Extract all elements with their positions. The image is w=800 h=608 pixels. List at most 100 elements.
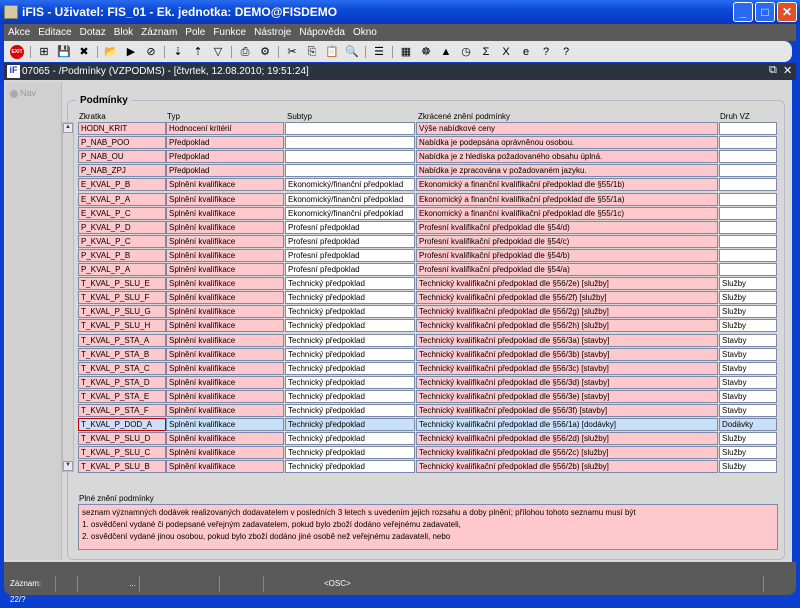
cell-subtyp[interactable]: Ekonomický/finanční předpoklad [285, 192, 415, 206]
cell-zkratka[interactable]: T_KVAL_P_SLU_C [78, 446, 166, 460]
menu-okno[interactable]: Okno [349, 27, 381, 38]
cell-druh[interactable]: Stavby [719, 404, 777, 417]
cell-typ[interactable]: Splnění kvalifikace [166, 248, 284, 262]
paste-icon[interactable]: 📋 [325, 45, 339, 59]
cell-subtyp[interactable]: Technický předpoklad [285, 418, 415, 432]
cell-druh[interactable] [719, 248, 777, 262]
menu-pole[interactable]: Pole [181, 27, 209, 38]
sort-asc-icon[interactable]: ⇣ [171, 45, 185, 59]
cell-druh[interactable]: Služby [719, 277, 777, 291]
cell-subtyp[interactable]: Ekonomický/finanční předpoklad [285, 178, 415, 192]
nav-panel[interactable]: Nav [6, 82, 62, 560]
cell-typ[interactable]: Splnění kvalifikace [166, 404, 284, 417]
cell-typ[interactable]: Splnění kvalifikace [166, 446, 284, 460]
cell-zkratka[interactable]: E_KVAL_P_C [78, 206, 166, 220]
cell-subtyp[interactable]: Technický předpoklad [285, 404, 415, 417]
menu-dotaz[interactable]: Dotaz [76, 27, 110, 38]
cell-subtyp[interactable]: Technický předpoklad [285, 305, 415, 319]
cell-zkracene[interactable]: Technický kvalifikační předpoklad dle §5… [416, 446, 718, 460]
cell-subtyp[interactable] [285, 136, 415, 150]
cell-typ[interactable]: Splnění kvalifikace [166, 263, 284, 276]
cell-zkracene[interactable]: Technický kvalifikační předpoklad dle §5… [416, 305, 718, 319]
cell-zkratka[interactable]: T_KVAL_P_STA_D [78, 375, 166, 389]
cell-zkracene[interactable]: Technický kvalifikační předpoklad dle §5… [416, 277, 718, 291]
cell-druh[interactable]: Služby [719, 305, 777, 319]
cell-druh[interactable]: Stavby [719, 333, 777, 347]
cell-typ[interactable]: Splnění kvalifikace [166, 319, 284, 333]
exit-icon[interactable]: EXIT [10, 44, 24, 59]
cell-subtyp[interactable]: Profesní předpoklad [285, 248, 415, 262]
cell-zkratka[interactable]: T_KVAL_P_STA_B [78, 347, 166, 361]
cell-zkracene[interactable]: Profesní kvalifikační předpoklad dle §54… [416, 234, 718, 248]
scroll-up-icon[interactable]: ▲ [63, 123, 73, 133]
cell-zkracene[interactable]: Technický kvalifikační předpoklad dle §5… [416, 319, 718, 333]
context-help-icon[interactable]: ? [559, 45, 573, 59]
list-icon[interactable]: ☰ [372, 45, 386, 59]
cell-druh[interactable] [719, 164, 777, 178]
cell-zkratka[interactable]: P_KVAL_P_A [78, 263, 166, 276]
cell-zkratka[interactable]: P_NAB_ZPJ [78, 164, 166, 178]
menu-akce[interactable]: Akce [4, 27, 34, 38]
clock-icon[interactable]: ◷ [459, 45, 473, 59]
cell-subtyp[interactable]: Technický předpoklad [285, 319, 415, 333]
cell-subtyp[interactable]: Technický předpoklad [285, 375, 415, 389]
cell-typ[interactable]: Splnění kvalifikace [166, 460, 284, 474]
cancel-query-icon[interactable]: ⊘ [144, 45, 158, 59]
restore-icon[interactable]: ⧉ [769, 64, 777, 77]
excel-icon[interactable]: X [499, 45, 513, 59]
close-button[interactable]: ✕ [777, 2, 797, 22]
menu-funkce[interactable]: Funkce [209, 27, 250, 38]
cell-zkratka[interactable]: P_KVAL_P_D [78, 220, 166, 234]
cell-subtyp[interactable]: Technický předpoklad [285, 347, 415, 361]
cell-zkratka[interactable]: E_KVAL_P_B [78, 178, 166, 192]
cell-typ[interactable]: Splnění kvalifikace [166, 333, 284, 347]
cell-subtyp[interactable]: Technický předpoklad [285, 333, 415, 347]
cell-zkracene[interactable]: Ekonomický a finanční kvalifikační předp… [416, 206, 718, 220]
cell-typ[interactable]: Předpoklad [166, 136, 284, 150]
cell-zkratka[interactable]: P_NAB_OU [78, 150, 166, 164]
cell-zkratka[interactable]: T_KVAL_P_SLU_G [78, 305, 166, 319]
close-form-icon[interactable]: ✕ [783, 64, 792, 77]
cell-typ[interactable]: Splnění kvalifikace [166, 291, 284, 305]
cell-zkratka[interactable]: E_KVAL_P_A [78, 192, 166, 206]
cell-zkratka[interactable]: T_KVAL_P_STA_C [78, 361, 166, 375]
cell-subtyp[interactable]: Ekonomický/finanční předpoklad [285, 206, 415, 220]
cell-druh[interactable]: Služby [719, 432, 777, 446]
cell-zkratka[interactable]: T_KVAL_P_STA_A [78, 333, 166, 347]
cell-subtyp[interactable]: Profesní předpoklad [285, 220, 415, 234]
cell-zkratka[interactable]: T_KVAL_P_SLU_H [78, 319, 166, 333]
cell-subtyp[interactable]: Profesní předpoklad [285, 234, 415, 248]
cell-typ[interactable]: Předpoklad [166, 164, 284, 178]
cell-druh[interactable] [719, 192, 777, 206]
cell-typ[interactable]: Splnění kvalifikace [166, 206, 284, 220]
cell-subtyp[interactable]: Technický předpoklad [285, 460, 415, 474]
maximize-button[interactable]: □ [755, 2, 775, 22]
cell-zkracene[interactable]: Výše nabídkové ceny [416, 122, 718, 135]
cell-zkratka[interactable]: T_KVAL_P_SLU_F [78, 291, 166, 305]
cell-zkracene[interactable]: Technický kvalifikační předpoklad dle §5… [416, 418, 718, 432]
menu-blok[interactable]: Blok [110, 27, 137, 38]
cell-typ[interactable]: Předpoklad [166, 150, 284, 164]
cell-zkracene[interactable]: Technický kvalifikační předpoklad dle §5… [416, 291, 718, 305]
print-icon[interactable]: ⎙ [238, 45, 252, 59]
cell-typ[interactable]: Splnění kvalifikace [166, 192, 284, 206]
cell-zkracene[interactable]: Technický kvalifikační předpoklad dle §5… [416, 404, 718, 417]
cell-druh[interactable]: Služby [719, 446, 777, 460]
cell-typ[interactable]: Splnění kvalifikace [166, 375, 284, 389]
cell-subtyp[interactable]: Technický předpoklad [285, 389, 415, 403]
cell-subtyp[interactable] [285, 164, 415, 178]
insert-record-icon[interactable]: ⊞ [37, 45, 51, 59]
cell-typ[interactable]: Splnění kvalifikace [166, 234, 284, 248]
vertical-scrollbar[interactable]: ▲ ▼ [62, 122, 74, 472]
help-icon[interactable]: ? [539, 45, 553, 59]
cell-typ[interactable]: Hodnocení kritérií [166, 122, 284, 135]
cell-typ[interactable]: Splnění kvalifikace [166, 220, 284, 234]
cell-druh[interactable]: Služby [719, 460, 777, 474]
menu-nastroje[interactable]: Nástroje [250, 27, 295, 38]
cell-subtyp[interactable]: Technický předpoklad [285, 361, 415, 375]
cell-zkracene[interactable]: Technický kvalifikační předpoklad dle §5… [416, 375, 718, 389]
cell-druh[interactable] [719, 136, 777, 150]
print-setup-icon[interactable]: ⚙ [258, 45, 272, 59]
menu-napoveda[interactable]: Nápověda [295, 27, 349, 38]
tree-icon[interactable]: ▲ [439, 45, 453, 59]
